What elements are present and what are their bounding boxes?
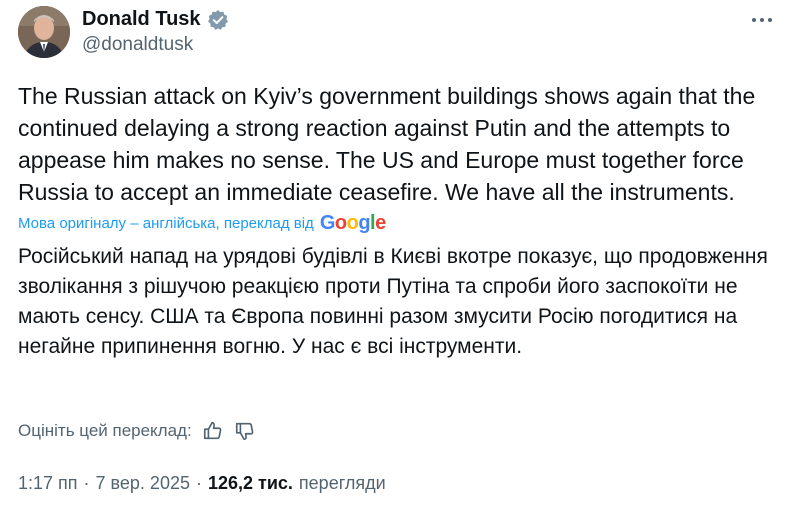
translation-attribution[interactable]: Мова оригіналу – англійська, переклад ві… xyxy=(18,212,386,235)
author-name-row: Donald Tusk xyxy=(82,8,229,31)
views-count: 126,2 тис. xyxy=(207,473,293,493)
verified-badge-icon xyxy=(207,9,228,30)
author-handle[interactable]: @donaldtusk xyxy=(82,34,193,56)
avatar-image xyxy=(18,6,70,58)
dot xyxy=(768,18,772,22)
views-label: перегляди xyxy=(298,473,386,493)
thumb-down-icon[interactable] xyxy=(234,420,256,442)
tweet-time[interactable]: 1:17 пп xyxy=(18,473,78,494)
tweet-meta: 1:17 пп · 7 вер. 2025 · 126,2 тис. перег… xyxy=(18,473,386,494)
author-name[interactable]: Donald Tusk xyxy=(82,8,201,31)
separator-dot: · xyxy=(83,473,90,493)
rate-translation-row: Оцініть цей переклад: xyxy=(18,420,256,442)
dot xyxy=(752,18,756,22)
avatar[interactable] xyxy=(18,6,70,58)
rate-translation-label: Оцініть цей переклад: xyxy=(18,421,192,440)
thumb-up-icon[interactable] xyxy=(202,420,224,442)
dot xyxy=(760,18,764,22)
tweet-date[interactable]: 7 вер. 2025 xyxy=(96,473,190,494)
more-dots-icon[interactable] xyxy=(747,8,777,32)
separator-dot: · xyxy=(195,473,202,493)
tweet-text: The Russian attack on Kyiv’s government … xyxy=(18,83,756,205)
translation-label: Мова оригіналу – англійська, переклад ві… xyxy=(18,215,314,232)
translated-text: Російський напад на урядові будівлі в Ки… xyxy=(18,245,768,358)
google-logo: Google xyxy=(319,212,386,234)
